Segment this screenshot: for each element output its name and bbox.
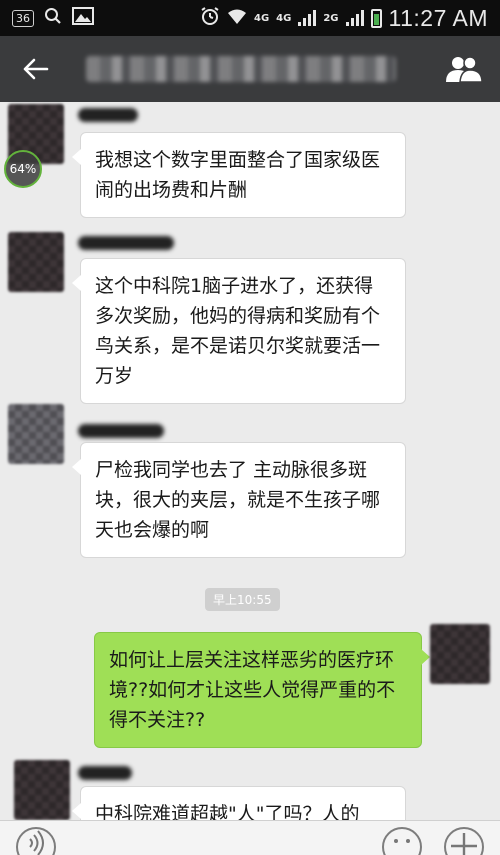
sender-name-redacted	[78, 236, 174, 250]
sender-avatar[interactable]	[14, 760, 70, 820]
battery-icon	[370, 8, 382, 28]
voice-icon	[29, 830, 44, 855]
message-bubble[interactable]: 这个中科院1脑子进水了，还获得多次奖励，他妈的得病和奖励有个鸟关系，是不是诺贝尔…	[72, 258, 406, 404]
input-bar	[0, 820, 500, 855]
plus-icon	[451, 833, 477, 855]
group-members-button[interactable]	[444, 49, 484, 89]
clock: 11:27 AM	[388, 4, 488, 31]
alarm-icon	[200, 6, 220, 30]
network-type-3: 2G	[323, 12, 339, 24]
message-bubble[interactable]: 尸检我同学也去了 主动脉很多斑块，很大的夹层，就是不生孩子哪天也会爆的啊	[72, 442, 406, 558]
sender-name-redacted	[78, 108, 138, 122]
search-icon	[44, 7, 62, 29]
back-button[interactable]	[16, 49, 56, 89]
network-type-2: 4G	[276, 12, 292, 24]
chat-title-redacted	[86, 56, 396, 82]
progress-indicator: 64%	[4, 150, 42, 188]
sender-name-redacted	[78, 766, 132, 780]
signal-icon-2	[345, 10, 364, 26]
sender-name-redacted	[78, 424, 164, 438]
voice-button[interactable]	[16, 827, 56, 855]
emoji-icon	[394, 839, 410, 843]
chat-message-list[interactable]: 我想这个数字里面整合了国家级医闹的出场费和片酬 64% 这个中科院1脑子进水了，…	[0, 102, 500, 820]
network-type-1: 4G	[254, 12, 270, 24]
self-avatar[interactable]	[430, 624, 490, 684]
back-arrow-icon	[23, 58, 49, 80]
chat-header	[0, 36, 500, 102]
sender-avatar[interactable]	[8, 232, 64, 292]
add-button[interactable]	[444, 827, 484, 855]
wifi-icon	[227, 7, 247, 29]
notification-badge: 36	[12, 9, 34, 27]
message-bubble-self[interactable]: 如何让上层关注这样恶劣的医疗环境??如何才让这些人觉得严重的不得不关注??	[94, 632, 430, 748]
sender-avatar[interactable]	[8, 404, 64, 464]
status-bar: 36 4G 4G 2G 11:27 AM	[0, 0, 500, 36]
signal-icon	[298, 10, 317, 26]
emoji-button[interactable]	[382, 827, 422, 855]
group-members-icon	[446, 56, 483, 83]
message-bubble[interactable]: 我想这个数字里面整合了国家级医闹的出场费和片酬	[72, 132, 406, 218]
message-timestamp: 早上10:55	[205, 588, 280, 611]
gallery-icon	[72, 7, 94, 29]
message-bubble[interactable]: 中科院难道超越"人"了吗？人的	[72, 786, 406, 820]
